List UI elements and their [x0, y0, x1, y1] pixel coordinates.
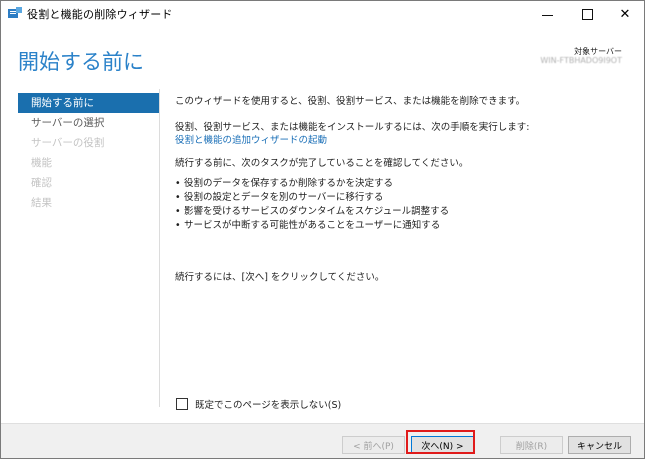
list-item: • サービスが中断する可能性があることをユーザーに通知する	[175, 220, 441, 231]
close-icon: ✕	[619, 6, 631, 22]
nav-item-server-selection[interactable]: サーバーの選択	[18, 113, 159, 133]
minimize-icon	[541, 14, 553, 16]
task-list: • 役割のデータを保存するか削除するかを決定する • 役割の設定とデータを別のサーバ…	[175, 177, 449, 233]
maximize-button[interactable]	[567, 1, 607, 27]
next-button-highlight	[406, 430, 475, 454]
list-item-text: 役割の設定とデータを別のサーバーに移行する	[184, 192, 384, 203]
nav-item-server-roles: サーバーの役割	[31, 137, 105, 149]
intro-text: このウィザードを使用すると、役割、役割サービス、または機能を削除できます。	[175, 96, 526, 107]
nav-divider	[159, 89, 160, 407]
close-button[interactable]: ✕	[605, 1, 644, 27]
nav-item-results: 結果	[31, 197, 52, 209]
list-item-text: 役割のデータを保存するか削除するかを決定する	[184, 178, 394, 189]
list-item: • 役割の設定とデータを別のサーバーに移行する	[175, 192, 384, 203]
install-note: 役割、役割サービス、または機能をインストールするには、次の手順を実行します:	[175, 122, 530, 133]
previous-button: < 前へ(P)	[342, 436, 405, 454]
title-bar: 役割と機能の削除ウィザード ✕	[1, 1, 644, 27]
page-title: 開始する前に	[18, 50, 144, 74]
button-bar: < 前へ(P) 次へ(N) > 削除(R) キャンセル	[1, 423, 644, 458]
list-item: • 影響を受けるサービスのダウンタイムをスケジュール調整する	[175, 206, 450, 217]
confirm-heading: 続行する前に、次のタスクが完了していることを確認してください。	[175, 158, 469, 169]
server-manager-icon	[8, 7, 22, 18]
nav-item-before-you-begin[interactable]: 開始する前に	[18, 93, 159, 113]
minimize-button[interactable]	[527, 1, 567, 27]
cancel-button[interactable]: キャンセル	[568, 436, 631, 454]
skip-page-label: 既定でこのページを表示しない(S)	[195, 400, 342, 411]
list-item-text: 影響を受けるサービスのダウンタイムをスケジュール調整する	[184, 206, 450, 217]
remove-button: 削除(R)	[500, 436, 563, 454]
continue-note: 続行するには、[次へ] をクリックしてください。	[175, 272, 385, 283]
list-item: • 役割のデータを保存するか削除するかを決定する	[175, 178, 394, 189]
maximize-icon	[581, 8, 593, 20]
list-item-text: サービスが中断する可能性があることをユーザーに通知する	[184, 220, 441, 231]
wizard-window: 役割と機能の削除ウィザード ✕ 開始する前に 対象サーバー WIN-FTBHAD…	[0, 0, 645, 459]
add-roles-wizard-link[interactable]: 役割と機能の追加ウィザードの起動	[175, 132, 327, 146]
nav-item-confirmation: 確認	[31, 177, 52, 189]
skip-page-checkbox[interactable]	[176, 398, 188, 410]
nav-item-features: 機能	[31, 157, 52, 169]
window-title: 役割と機能の削除ウィザード	[27, 8, 173, 21]
wizard-nav: 開始する前に サーバーの選択 サーバーの役割 機能 確認 結果	[18, 93, 159, 213]
destination-server-value: WIN-FTBHADO9I9OT	[540, 56, 622, 65]
skip-page-option[interactable]: 既定でこのページを表示しない(S)	[176, 397, 341, 411]
